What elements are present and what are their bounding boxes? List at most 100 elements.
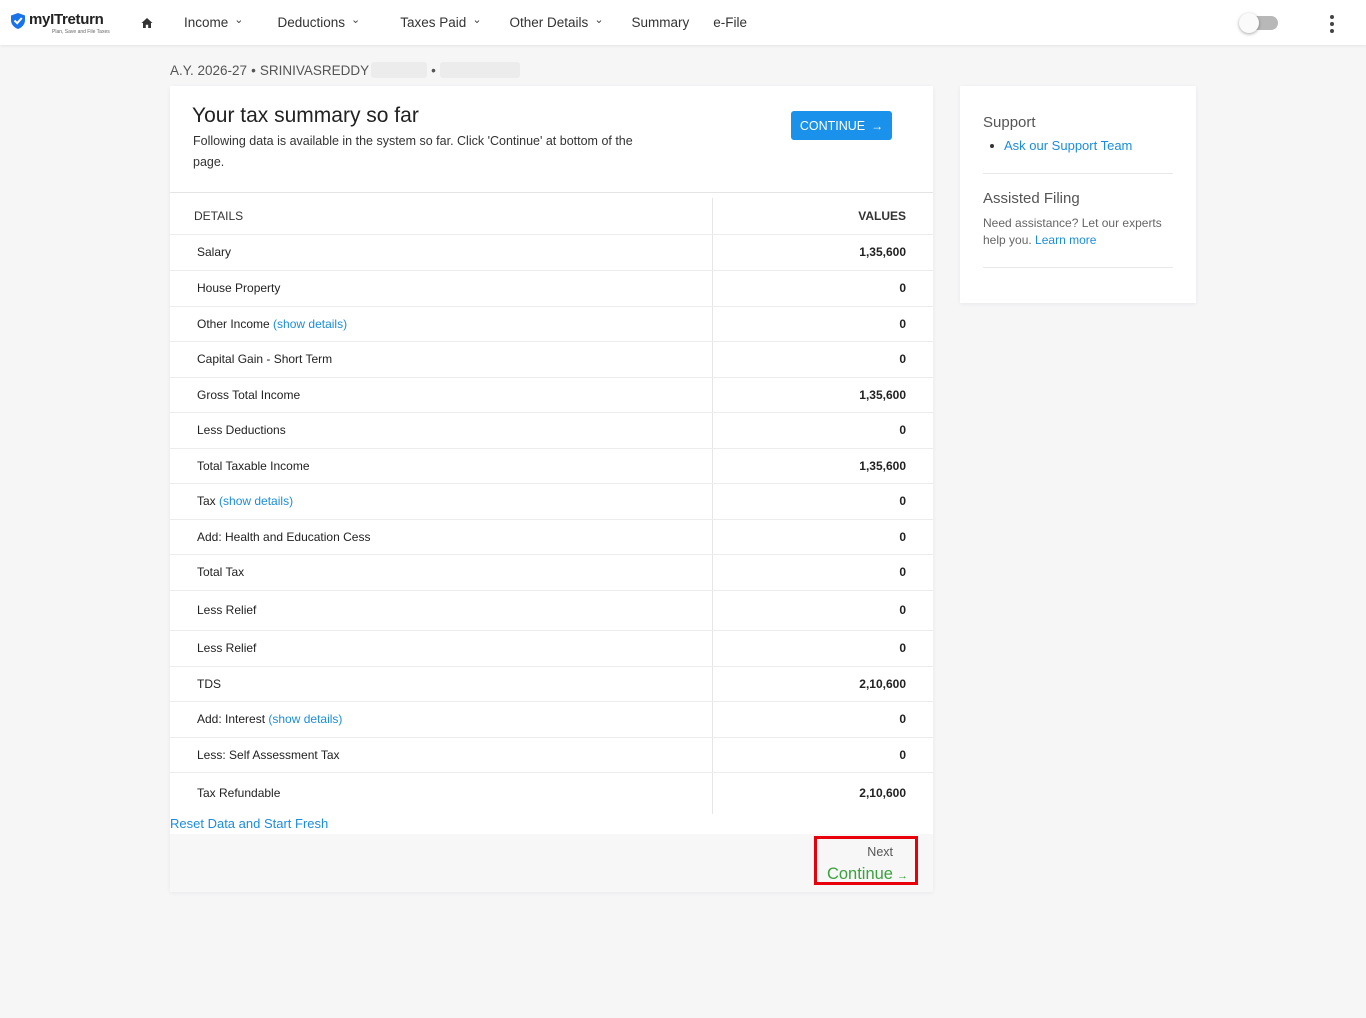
table-row: House Property 0 [170,270,933,307]
nav-item-label: Other Details [509,15,589,30]
row-value: 1,35,600 [712,234,933,271]
separator: • [251,62,256,78]
support-panel: Support Ask our Support Team Assisted Fi… [960,86,1196,303]
chevron-down-icon: ⌄ [594,14,604,26]
row-label-cell: Add: Interest (show details) [170,701,713,738]
next-continue-button[interactable]: Continue → [827,865,908,884]
main-nav: Income ⌄ Deductions ⌄ Taxes Paid ⌄ Other Detai… [184,0,747,45]
nav-item-taxes-paid[interactable]: Taxes Paid ⌄ [400,14,481,30]
table-row: Gross Total Income 1,35,600 [170,377,933,413]
show-details-link[interactable]: (show details) [273,317,347,331]
shield-check-icon [11,13,25,29]
nav-item-e-file[interactable]: e-File [713,15,747,30]
brand-tagline: Plan, Save and File Taxes [52,29,110,35]
tax-summary-card: Your tax summary so far Following data i… [170,86,933,892]
row-label: Less Relief [197,603,257,617]
row-label: Other Income [197,316,270,331]
nav-item-other-details[interactable]: Other Details ⌄ [509,14,604,30]
breadcrumb: A.Y. 2026-27 • SRINIVASREDDY • [170,62,520,78]
home-icon[interactable] [141,17,153,29]
row-label-cell: Less Relief [170,630,713,667]
redacted-text [439,62,520,78]
theme-toggle[interactable] [1239,13,1278,33]
row-label-cell: Capital Gain - Short Term [170,341,713,378]
table-row: Total Tax 0 [170,554,933,591]
row-label: Add: Health and Education Cess [197,529,371,544]
nav-item-label: Summary [631,15,690,30]
row-label: House Property [197,281,281,295]
row-label-cell: Tax (show details) [170,483,713,520]
row-label-cell: Less Deductions [170,412,713,449]
nav-item-deductions[interactable]: Deductions ⌄ [277,14,361,30]
support-team-link[interactable]: Ask our Support Team [989,138,1132,153]
table-row: Less Relief 0 [170,630,933,667]
row-label: Salary [197,245,232,259]
arrow-right-icon: → [871,118,884,133]
row-label: Capital Gain - Short Term [197,352,333,366]
column-header-details: DETAILS [170,198,713,235]
row-value: 0 [712,519,933,555]
divider [983,173,1173,174]
table-row: Capital Gain - Short Term 0 [170,341,933,378]
table-row: Less Relief 0 [170,590,933,631]
table-row: Add: Interest (show details) 0 [170,701,933,738]
divider [983,267,1173,268]
row-value: 0 [712,554,933,591]
reset-data-link[interactable]: Reset Data and Start Fresh [170,816,328,831]
row-label-cell: Total Taxable Income [170,448,713,484]
learn-more-link[interactable]: Learn more [1035,233,1096,247]
assessment-year: A.Y. 2026-27 [170,62,248,78]
separator: • [431,62,436,78]
show-details-link[interactable]: (show details) [268,712,342,726]
row-label: Less Relief [197,641,257,655]
row-label-cell: Gross Total Income [170,377,713,413]
nav-item-summary[interactable]: Summary [632,15,690,30]
row-label-cell: Total Tax [170,554,713,591]
row-value: 0 [712,701,933,738]
next-label: Next [867,845,893,859]
row-label: Add: Interest [197,712,266,726]
card-footer: Next Continue → [170,834,933,892]
arrow-right-icon: → [897,870,908,882]
page-title: Your tax summary so far [192,104,419,127]
row-value: 0 [712,737,933,773]
next-continue-highlight[interactable]: Next Continue → [814,836,918,885]
support-title: Support [983,114,1036,131]
user-name: SRINIVASREDDY [259,62,370,78]
table-row: Salary 1,35,600 [170,234,933,271]
table-row: Add: Health and Education Cess 0 [170,519,933,555]
row-label-cell: Less Relief [170,590,713,631]
row-value: 0 [712,483,933,520]
row-label: Total Tax [197,565,245,579]
show-details-link[interactable]: (show details) [219,494,293,508]
card-header: Your tax summary so far Following data i… [170,86,933,193]
continue-button[interactable]: CONTINUE → [791,111,892,140]
nav-item-label: Deductions [277,15,346,30]
row-value: 0 [712,630,933,667]
row-value: 1,35,600 [712,377,933,413]
row-value: 2,10,600 [712,666,933,702]
row-label-cell: Add: Health and Education Cess [170,519,713,555]
nav-item-label: Taxes Paid [400,15,467,30]
row-label: Less Deductions [197,423,286,437]
row-value: 0 [712,412,933,449]
table-row: Total Taxable Income 1,35,600 [170,448,933,484]
row-label: Tax Refundable [197,786,281,801]
row-label: TDS [197,676,221,691]
page-subtitle: Following data is available in the syste… [193,134,633,169]
nav-item-label: Income [184,15,229,30]
continue-button-label: CONTINUE [799,118,866,133]
table-row: Tax (show details) 0 [170,483,933,520]
row-label-cell: Salary [170,234,713,271]
redacted-text [371,62,428,78]
row-label-cell: Other Income (show details) [170,306,713,342]
nav-item-income[interactable]: Income ⌄ [184,14,244,30]
assisted-filing-title: Assisted Filing [983,190,1080,207]
more-menu-icon[interactable] [1325,15,1339,33]
row-label-cell: TDS [170,666,713,702]
brand-logo[interactable]: myITreturn Plan, Save and File Taxes [10,12,110,35]
next-continue-label: Continue [826,865,893,883]
row-value: 1,35,600 [712,448,933,484]
table-row: Less: Self Assessment Tax 0 [170,737,933,773]
row-value: 0 [712,590,933,631]
